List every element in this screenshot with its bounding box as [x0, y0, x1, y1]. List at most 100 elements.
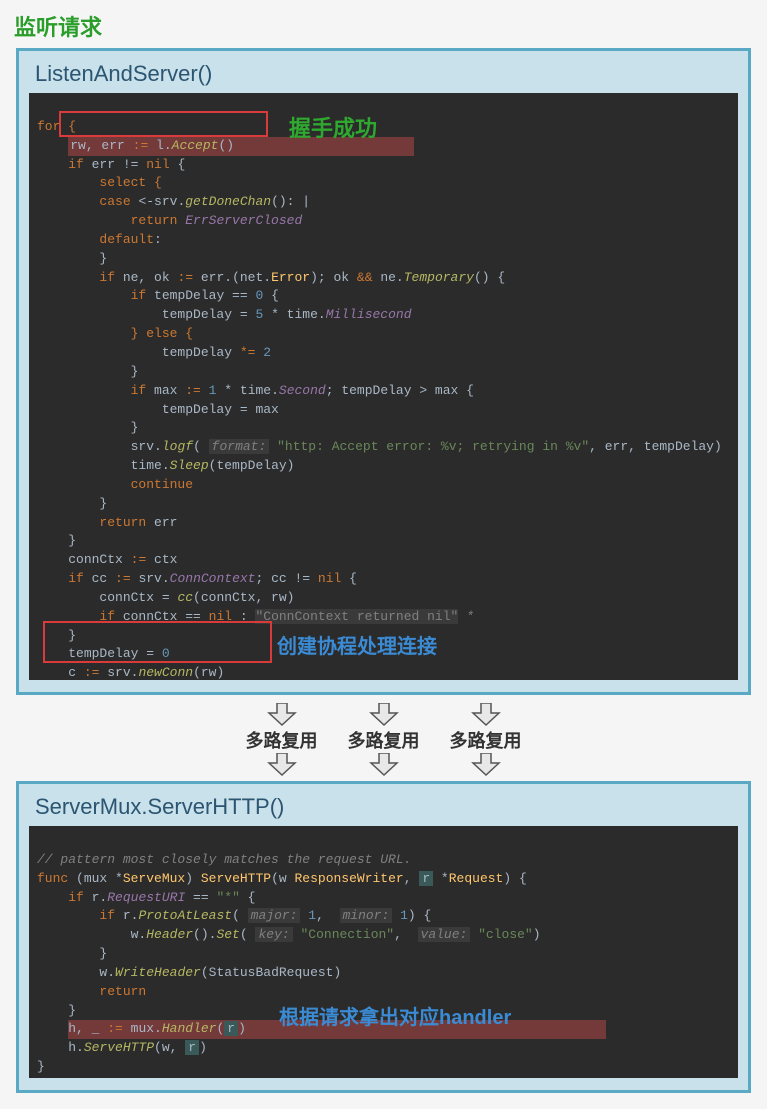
code-token: (rw) — [193, 665, 224, 680]
code-token: if — [99, 908, 115, 923]
code-token: max — [146, 383, 185, 398]
code-token: Error — [271, 270, 310, 285]
panel-servemux: ServerMux.ServerHTTP() // pattern most c… — [16, 781, 751, 1093]
code-token: Header — [146, 927, 193, 942]
code-token: c — [68, 665, 84, 680]
code-token: connCtx == — [115, 609, 209, 624]
code-token: "http: Accept error: %v; retrying in %v" — [277, 439, 589, 454]
code-token: connCtx — [68, 552, 130, 567]
code-token: if — [131, 383, 147, 398]
code-token: } — [99, 251, 107, 266]
code-token: } else { — [131, 326, 193, 341]
code-token: case — [99, 194, 130, 209]
code-token: "Connection" — [293, 927, 394, 942]
code-token: WriteHeader — [115, 965, 201, 980]
code-token: ConnContext — [170, 571, 256, 586]
code-token: srv. — [131, 571, 170, 586]
code-token: Millisecond — [326, 307, 412, 322]
mux-label: 多路复用 — [348, 727, 420, 753]
code-token: ) — [238, 1021, 246, 1036]
code-token: ( — [232, 908, 248, 923]
code-token: ctx — [146, 552, 177, 567]
code-token: (tempDelay) — [209, 458, 295, 473]
code-token: } — [68, 1003, 76, 1018]
code-token: * — [433, 871, 449, 886]
code-token: cc — [177, 590, 193, 605]
code-token: ServeHTTP — [201, 871, 271, 886]
code-token: tempDelay — [162, 345, 240, 360]
code-token: if — [99, 609, 115, 624]
code-token: <-srv. — [131, 194, 186, 209]
code-token: Request — [449, 871, 504, 886]
code-token: Sleep — [170, 458, 209, 473]
code-token: * — [458, 609, 474, 624]
code-token: tempDelay = max — [162, 402, 279, 417]
code-token: "*" — [216, 890, 239, 905]
code-token: ) { — [503, 871, 526, 886]
code-token: 2 — [255, 345, 271, 360]
code-token: } — [37, 1059, 45, 1074]
code-token: ) { — [408, 908, 431, 923]
mux-label: 多路复用 — [246, 727, 318, 753]
code-token: := — [177, 270, 193, 285]
code-token: tempDelay == — [146, 288, 255, 303]
down-arrow-icon — [471, 753, 501, 777]
code-token: := — [115, 571, 131, 586]
code-token: , — [316, 908, 339, 923]
code-token: && — [357, 270, 373, 285]
code-token: h, _ — [68, 1021, 107, 1036]
code-token: r — [185, 1040, 199, 1055]
code-token: if — [68, 890, 84, 905]
down-arrow-icon — [267, 753, 297, 777]
code-token: (connCtx, rw) — [193, 590, 294, 605]
arrow-col: 多路复用 — [246, 703, 318, 777]
code-token: err.(net. — [193, 270, 271, 285]
code-token: ErrServerClosed — [177, 213, 302, 228]
code-token: Accept — [172, 138, 219, 153]
code-token: nil — [146, 157, 169, 172]
code-token: major: — [248, 908, 301, 923]
code-token: w. — [131, 927, 147, 942]
code-token — [269, 439, 277, 454]
code-token: tempDelay = — [68, 646, 162, 661]
mux-label: 多路复用 — [450, 727, 522, 753]
code-token: := — [131, 552, 147, 567]
code-token: ); ok — [310, 270, 357, 285]
code-token: nil — [209, 609, 232, 624]
code-token: value: — [418, 927, 471, 942]
code-token: ServeHTTP — [84, 1040, 154, 1055]
panel2-title: ServerMux.ServerHTTP() — [35, 794, 738, 820]
code-block-2: // pattern most closely matches the requ… — [29, 826, 738, 1078]
code-token: r. — [115, 908, 138, 923]
code-token: Second — [279, 383, 326, 398]
code-token: ( — [240, 927, 256, 942]
code-token: } — [131, 364, 139, 379]
code-token: rw, err — [70, 138, 132, 153]
code-token: if — [131, 288, 147, 303]
code-token: continue — [131, 477, 193, 492]
code-token: { — [170, 157, 186, 172]
down-arrow-icon — [369, 753, 399, 777]
code-token: , — [394, 927, 417, 942]
code-token: ( — [193, 439, 209, 454]
code-token: select { — [99, 175, 161, 190]
code-token: cc — [84, 571, 115, 586]
code-token: * time. — [263, 307, 325, 322]
code-token: ) — [199, 1040, 207, 1055]
arrow-row: 多路复用 多路复用 多路复用 — [8, 703, 759, 777]
code-token: (mux * — [68, 871, 123, 886]
code-token: { — [263, 288, 279, 303]
code-token: err != — [84, 157, 146, 172]
arrow-col: 多路复用 — [450, 703, 522, 777]
down-arrow-icon — [267, 703, 297, 727]
code-token: default — [99, 232, 154, 247]
code-token: newConn — [138, 665, 193, 680]
code-token: := — [133, 138, 149, 153]
code-token: ne, ok — [115, 270, 177, 285]
code-token: if — [68, 157, 84, 172]
code-token: ; cc != — [256, 571, 318, 586]
code-token: "ConnContext returned nil" — [255, 609, 458, 624]
down-arrow-icon — [471, 703, 501, 727]
code-token: (): | — [271, 194, 310, 209]
code-token: w. — [99, 965, 115, 980]
